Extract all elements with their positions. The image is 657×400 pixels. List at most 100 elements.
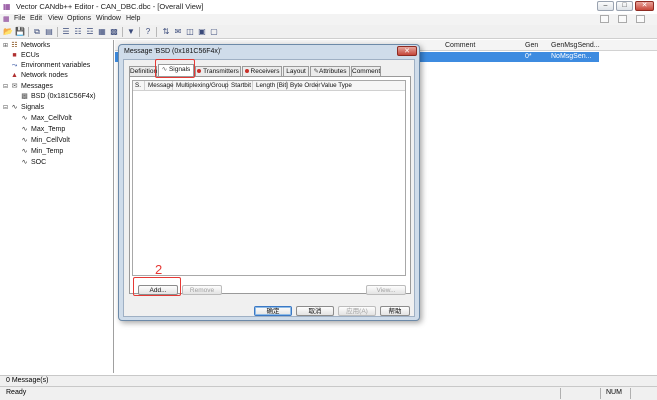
tree-item-ecus[interactable]: ■ ECUs <box>10 51 39 61</box>
tree-item-signal-max-temp[interactable]: ∿ Max_Temp <box>20 125 66 135</box>
tree-item-signal-soc[interactable]: ∿ SOC <box>20 158 47 168</box>
dialog-title: Message 'BSD (0x181C56F4x)' <box>124 48 222 55</box>
cancel-button[interactable]: 取消 <box>296 306 334 316</box>
column-genmsgsend[interactable]: GenMsgSend... <box>551 40 600 51</box>
view-signal-button[interactable]: View... <box>366 285 406 295</box>
title-bar: ▦ Vector CANdb++ Editor - CAN_DBC.dbc - … <box>0 0 657 13</box>
apply-button[interactable]: 应用(A) <box>338 306 376 316</box>
list-view-icon[interactable]: ☰ <box>61 27 71 37</box>
row-send-type-value: NoMsgSen... <box>551 53 592 60</box>
mdi-restore-button[interactable] <box>618 15 627 23</box>
status-separator <box>560 388 561 399</box>
toolbar-separator <box>57 27 58 37</box>
signals-tab-highlight <box>155 59 195 78</box>
add-button-highlight <box>133 277 181 296</box>
tree-item-environment-variables[interactable]: ⤳ Environment variables <box>10 61 91 71</box>
maximize-button[interactable]: □ <box>616 1 633 11</box>
menu-window[interactable]: Window <box>96 15 121 22</box>
window-icon[interactable]: ▢ <box>209 27 219 37</box>
tab-definition[interactable]: Definition <box>129 66 157 76</box>
paste-icon[interactable]: ▤ <box>44 27 54 37</box>
signal-view-icon[interactable]: ◫ <box>185 27 195 37</box>
app-icon: ▦ <box>3 2 11 11</box>
status-bar: Ready NUM <box>0 386 657 400</box>
networks-icon: ☷ <box>11 42 18 49</box>
tree-item-signal-min-temp[interactable]: ∿ Min_Temp <box>20 147 64 157</box>
tab-transmitters[interactable]: Transmitters <box>195 66 241 76</box>
status-ready: Ready <box>6 389 27 396</box>
ok-button[interactable]: 确定 <box>254 306 292 316</box>
row-gen-value: 0* <box>525 53 532 60</box>
annotation-step-number: 2 <box>155 262 163 277</box>
tree-item-signal-min-cellvolt[interactable]: ∿ Min_CellVolt <box>20 136 70 146</box>
env-var-icon: ⤳ <box>11 62 18 69</box>
ecu-icon: ■ <box>12 52 17 59</box>
transmitters-tab-icon <box>197 69 202 74</box>
menu-options[interactable]: Options <box>67 15 91 22</box>
signal-icon: ∿ <box>21 148 28 155</box>
help-icon[interactable]: ? <box>143 27 153 37</box>
network-node-icon: ▲ <box>11 72 18 79</box>
status-separator <box>600 388 601 399</box>
save-icon[interactable]: 💾 <box>15 27 25 37</box>
tab-layout[interactable]: Layout <box>283 66 309 76</box>
remove-signal-button[interactable]: Remove <box>182 285 222 295</box>
large-icons-icon[interactable]: ▩ <box>109 27 119 37</box>
toolbar-separator <box>122 27 123 37</box>
sort-az-icon[interactable]: ⇅ <box>161 27 171 37</box>
overall-tree: ⊞ ☷ Networks ■ ECUs ⤳ Environment variables … <box>0 40 114 373</box>
tab-receivers[interactable]: Receivers <box>242 66 282 76</box>
grid-view-icon[interactable]: ▦ <box>97 27 107 37</box>
signal-icon: ∿ <box>21 115 28 122</box>
signal-icon: ∿ <box>21 137 28 144</box>
menu-bar: ▦ File Edit View Options Window Help <box>0 14 657 25</box>
tree-item-networks[interactable]: ⊞ ☷ Networks <box>3 41 50 51</box>
grid-col-message[interactable]: Message <box>146 81 174 91</box>
tree-item-network-nodes[interactable]: ▲ Network nodes <box>10 71 68 81</box>
toolbar: 📂 💾 ⧉ ▤ ☰ ☷ ☲ ▦ ▩ ▼ ? ⇅ ✉ ◫ ▣ ▢ <box>0 25 657 39</box>
filter-icon[interactable]: ▼ <box>126 27 136 37</box>
column-comment[interactable]: Comment <box>445 40 475 51</box>
signal-icon: ∿ <box>21 126 28 133</box>
mdi-minimize-button[interactable] <box>600 15 609 23</box>
tree-item-messages[interactable]: ⊟ ✉ Messages <box>3 82 53 92</box>
tree-item-signal-max-cellvolt[interactable]: ∿ Max_CellVolt <box>20 114 72 124</box>
grid-col-multiplexing[interactable]: Multiplexing/Group <box>174 81 229 91</box>
doc-icon[interactable]: ▦ <box>3 15 10 23</box>
signals-icon: ∿ <box>11 104 18 111</box>
toolbar-separator <box>28 27 29 37</box>
dialog-close-button[interactable]: ✕ <box>397 46 417 56</box>
receivers-tab-icon <box>244 69 249 74</box>
signal-icon: ∿ <box>21 159 28 166</box>
menu-view[interactable]: View <box>48 15 63 22</box>
grid-col-byte-order[interactable]: Byte Order <box>288 81 320 91</box>
tab-attributes[interactable]: ✎Attributes <box>310 66 350 76</box>
grid-col-value-type[interactable]: Value Type <box>319 81 352 91</box>
menu-file[interactable]: File <box>14 15 25 22</box>
minimize-button[interactable]: – <box>597 1 614 11</box>
close-button[interactable]: ✕ <box>635 1 654 11</box>
status-separator <box>630 388 631 399</box>
tree-item-bsd-message[interactable]: ▩ BSD (0x181C56F4x) <box>20 92 95 102</box>
message-icon: ▩ <box>21 93 28 100</box>
grid-col-length[interactable]: Length [Bit] <box>254 81 288 91</box>
tree-view-icon[interactable]: ☲ <box>85 27 95 37</box>
signals-grid[interactable]: S. Message Multiplexing/Group Startbit L… <box>132 80 406 276</box>
menu-edit[interactable]: Edit <box>30 15 42 22</box>
tree-item-signals[interactable]: ⊟ ∿ Signals <box>3 103 44 113</box>
message-icon[interactable]: ✉ <box>173 27 183 37</box>
mdi-close-button[interactable] <box>636 15 645 23</box>
node-view-icon[interactable]: ▣ <box>197 27 207 37</box>
toolbar-separator <box>156 27 157 37</box>
details-view-icon[interactable]: ☷ <box>73 27 83 37</box>
copy-icon[interactable]: ⧉ <box>32 27 42 37</box>
open-folder-icon[interactable]: 📂 <box>3 27 13 37</box>
message-count: 0 Message(s) <box>6 377 49 384</box>
tab-comment[interactable]: Comment <box>351 66 381 76</box>
grid-col-s[interactable]: S. <box>133 81 145 91</box>
column-gen[interactable]: Gen <box>525 40 538 51</box>
menu-help[interactable]: Help <box>126 15 140 22</box>
window-title: Vector CANdb++ Editor - CAN_DBC.dbc - [O… <box>16 2 204 11</box>
help-button[interactable]: 帮助 <box>380 306 410 316</box>
grid-col-startbit[interactable]: Startbit <box>229 81 253 91</box>
